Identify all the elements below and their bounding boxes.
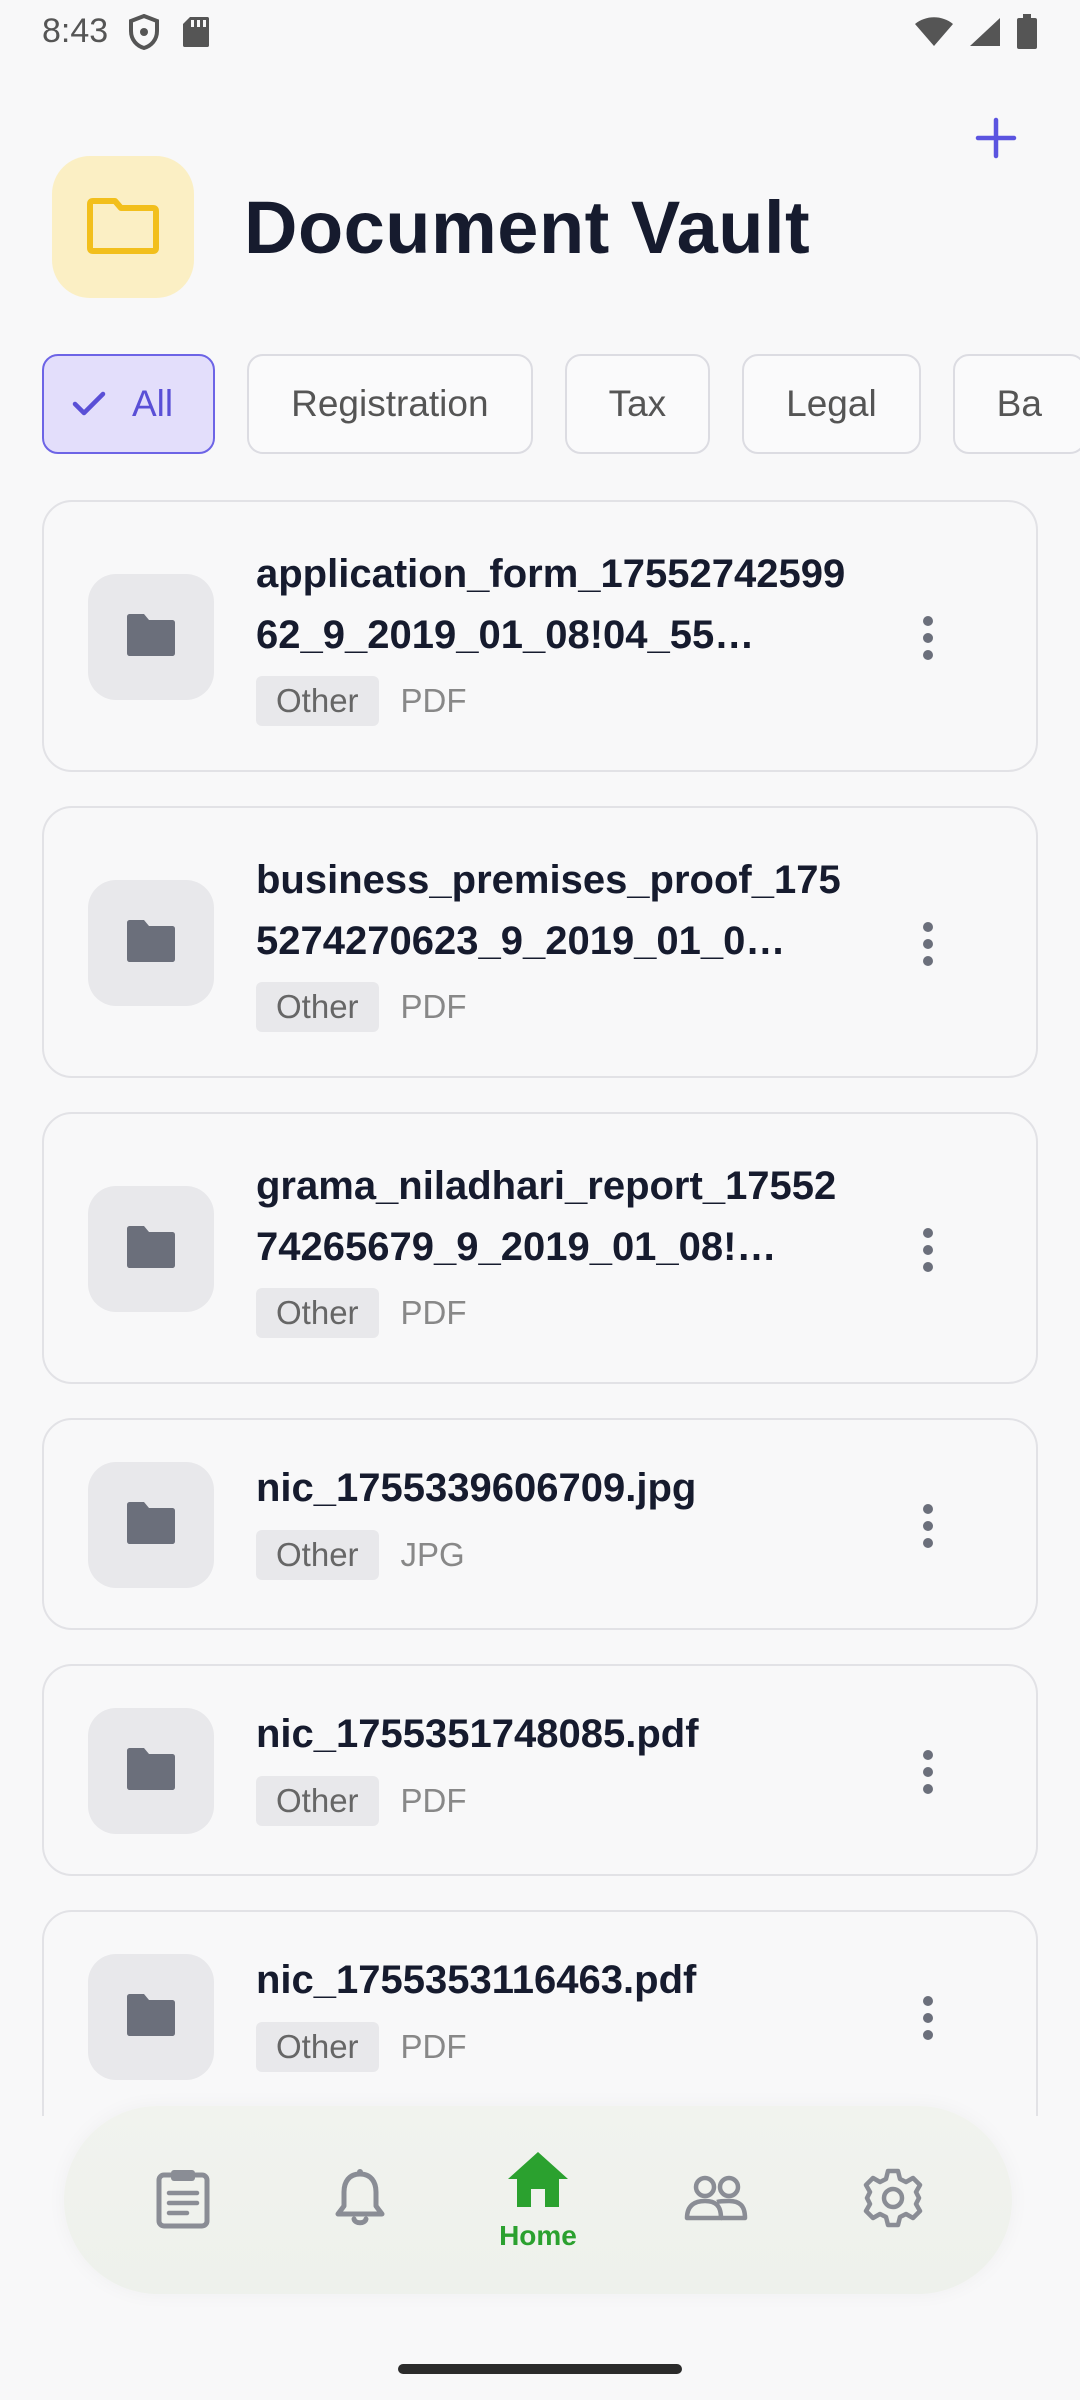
document-thumbnail (88, 1708, 214, 1834)
signal-icon (968, 16, 1002, 53)
more-vertical-icon (923, 1996, 933, 2006)
clipboard-icon (155, 2167, 211, 2234)
document-card[interactable]: grama_niladhari_report_1755274265679_9_2… (42, 1112, 1038, 1384)
document-name: grama_niladhari_report_1755274265679_9_2… (256, 1164, 837, 1269)
category-badge: Other (256, 1288, 379, 1338)
filter-chip-ba[interactable]: Ba (952, 354, 1080, 454)
shield-icon (128, 13, 160, 55)
more-options-button[interactable] (908, 608, 948, 668)
document-thumbnail (88, 1186, 214, 1312)
document-thumbnail (88, 1462, 214, 1588)
category-badge: Other (256, 2022, 379, 2072)
sd-card-icon (182, 16, 210, 53)
document-card[interactable]: nic_1755353116463.pdf Other PDF (42, 1910, 1038, 2116)
check-icon (72, 390, 106, 418)
folder-icon (124, 919, 178, 968)
wifi-icon (914, 16, 954, 53)
document-card[interactable]: nic_1755351748085.pdf Other PDF (42, 1664, 1038, 1876)
document-thumbnail (88, 574, 214, 700)
bottom-nav: Home (64, 2106, 1012, 2294)
status-bar: 8:43 (0, 0, 1080, 64)
more-options-button[interactable] (908, 1220, 948, 1280)
folder-icon (124, 1225, 178, 1274)
document-name: business_premises_proof_1755274270623_9_… (256, 858, 841, 963)
page-title: Document Vault (244, 185, 811, 269)
category-badge: Other (256, 676, 379, 726)
file-type: PDF (400, 988, 467, 1025)
home-icon (505, 2149, 571, 2214)
document-card[interactable]: nic_1755339606709.jpg Other JPG (42, 1418, 1038, 1630)
nav-people[interactable] (641, 2125, 791, 2275)
more-vertical-icon (923, 1504, 933, 1514)
nav-home-label: Home (499, 2219, 577, 2251)
filter-chips: All Registration Tax Legal Ba (42, 354, 1080, 454)
document-list: application_form_1755274259962_9_2019_01… (42, 498, 1038, 2116)
category-badge: Other (256, 982, 379, 1032)
filter-chip-label: Registration (291, 383, 489, 424)
bell-icon (334, 2168, 386, 2233)
document-card[interactable]: application_form_1755274259962_9_2019_01… (42, 500, 1038, 772)
folder-icon (124, 1501, 178, 1550)
nav-home[interactable]: Home (463, 2125, 613, 2275)
file-type: PDF (400, 682, 467, 719)
filter-chip-label: Ba (996, 383, 1042, 424)
people-icon (683, 2175, 749, 2226)
filter-chip-label: All (132, 383, 174, 424)
gesture-bar[interactable] (398, 2364, 682, 2374)
folder-icon (124, 1993, 178, 2042)
nav-documents[interactable] (108, 2125, 258, 2275)
document-thumbnail (88, 880, 214, 1006)
more-vertical-icon (923, 1228, 933, 1238)
filter-chip-registration[interactable]: Registration (247, 354, 533, 454)
battery-icon (1016, 14, 1038, 55)
more-vertical-icon (923, 1750, 933, 1760)
document-name: nic_1755353116463.pdf (256, 1958, 697, 2002)
document-name: application_form_1755274259962_9_2019_01… (256, 552, 846, 657)
gear-icon (863, 2168, 923, 2233)
more-options-button[interactable] (908, 1742, 948, 1802)
plus-icon (974, 116, 1018, 165)
folder-icon (124, 613, 178, 662)
document-card[interactable]: business_premises_proof_1755274270623_9_… (42, 806, 1038, 1078)
filter-chip-label: Legal (786, 383, 877, 424)
document-name: nic_1755339606709.jpg (256, 1466, 697, 1510)
more-options-button[interactable] (908, 1496, 948, 1556)
folder-icon (124, 1747, 178, 1796)
filter-chip-all[interactable]: All (42, 354, 216, 454)
folder-badge (52, 156, 194, 298)
add-document-button[interactable] (964, 108, 1028, 172)
screen: 8:43 Document Vault All Registration Tax… (0, 0, 1080, 2400)
filter-chip-legal[interactable]: Legal (742, 354, 921, 454)
more-options-button[interactable] (908, 1988, 948, 2048)
document-thumbnail (88, 1954, 214, 2080)
header: Document Vault (52, 156, 810, 298)
category-badge: Other (256, 1776, 379, 1826)
nav-notifications[interactable] (285, 2125, 435, 2275)
more-vertical-icon (923, 616, 933, 626)
filter-chip-label: Tax (608, 383, 667, 424)
nav-settings[interactable] (818, 2125, 968, 2275)
file-type: JPG (400, 1536, 465, 1573)
file-type: PDF (400, 1782, 467, 1819)
file-type: PDF (400, 2028, 467, 2065)
document-name: nic_1755351748085.pdf (256, 1712, 699, 1756)
more-options-button[interactable] (908, 914, 948, 974)
folder-icon (87, 195, 159, 260)
more-vertical-icon (923, 922, 933, 932)
category-badge: Other (256, 1530, 379, 1580)
filter-chip-tax[interactable]: Tax (564, 354, 711, 454)
status-time: 8:43 (42, 12, 109, 50)
file-type: PDF (400, 1294, 467, 1331)
